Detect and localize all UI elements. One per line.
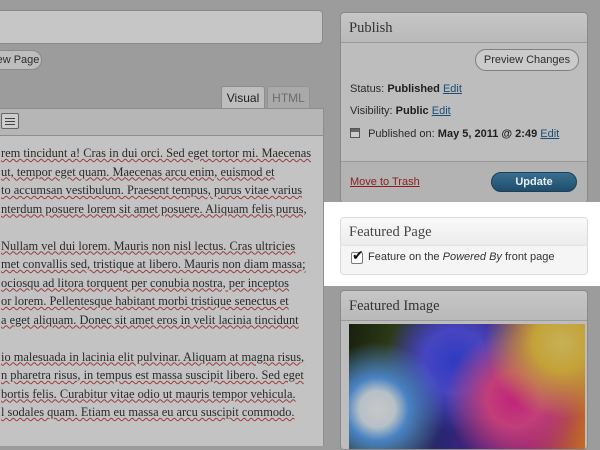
featured-image-box: Featured Image bbox=[340, 290, 588, 450]
publish-actions: Move to Trash Update bbox=[341, 161, 587, 203]
featured-image-title: Featured Image bbox=[341, 291, 587, 321]
view-page-button[interactable]: View Page bbox=[0, 50, 42, 70]
featured-page-title: Featured Page bbox=[341, 218, 587, 246]
status-row: Status: Published Edit bbox=[350, 83, 462, 95]
keyboard-icon[interactable] bbox=[1, 113, 19, 129]
editor-line: io malesuada in lacinia elit pulvinar. A… bbox=[1, 349, 305, 364]
visibility-row: Visibility: Public Edit bbox=[350, 105, 451, 117]
post-title-input[interactable] bbox=[0, 10, 323, 44]
label-prefix: Feature on the bbox=[368, 251, 443, 263]
editor-line: ociosqu ad litora torquent per conubia n… bbox=[1, 275, 289, 290]
featured-page-box: Featured Page Feature on the Powered By … bbox=[340, 217, 588, 275]
status-value: Published bbox=[387, 83, 440, 95]
visibility-edit-link[interactable]: Edit bbox=[432, 105, 451, 117]
editor-line: nterdum posuere lorem sit amet posuere. … bbox=[1, 201, 307, 216]
visibility-value: Public bbox=[395, 105, 429, 117]
editor-line: bortis felis. Curabitur vitae odio ut ma… bbox=[1, 386, 296, 401]
publish-box: Publish Preview Changes Status: Publishe… bbox=[340, 12, 588, 203]
editor-toolbar bbox=[0, 108, 324, 136]
visibility-label: Visibility: bbox=[350, 105, 393, 117]
featured-page-checkbox[interactable] bbox=[351, 248, 364, 264]
status-label: Status: bbox=[350, 83, 385, 95]
preview-changes-button[interactable]: Preview Changes bbox=[475, 49, 579, 71]
editor-content[interactable]: rem tincidunt a! Cras in dui orci. Sed e… bbox=[0, 136, 324, 446]
move-to-trash-link[interactable]: Move to Trash bbox=[350, 176, 420, 188]
editor-line: rem tincidunt a! Cras in dui orci. Sed e… bbox=[1, 146, 312, 160]
editor-line: Nullam vel dui lorem. Mauris non nisl le… bbox=[1, 238, 296, 253]
published-on-edit-link[interactable]: Edit bbox=[540, 128, 559, 140]
publish-title: Publish bbox=[341, 13, 587, 43]
editor-paragraph: io malesuada in lacinia elit pulvinar. A… bbox=[1, 348, 317, 422]
tab-html[interactable]: HTML bbox=[267, 86, 310, 108]
featured-page-label[interactable]: Feature on the Powered By front page bbox=[368, 251, 555, 263]
status-edit-link[interactable]: Edit bbox=[443, 83, 462, 95]
editor-line: l sodales quam. Etiam eu massa eu arcu s… bbox=[1, 405, 295, 419]
editor-line: met convallis sed, tristique at libero. … bbox=[1, 257, 306, 271]
editor-line: to accumsan vestibulum. Praesent tempus,… bbox=[1, 183, 303, 197]
tab-visual[interactable]: Visual bbox=[221, 86, 265, 108]
published-on-value: May 5, 2011 @ 2:49 bbox=[437, 128, 538, 140]
editor-paragraph: Nullam vel dui lorem. Mauris non nisl le… bbox=[1, 237, 317, 330]
label-suffix: front page bbox=[501, 251, 555, 263]
label-emphasis: Powered By bbox=[442, 251, 502, 263]
featured-image-thumbnail[interactable] bbox=[349, 324, 585, 449]
calendar-icon bbox=[350, 128, 360, 138]
editor-line: or lorem. Pellentesque habitant morbi tr… bbox=[1, 294, 289, 308]
update-button[interactable]: Update bbox=[491, 172, 577, 192]
editor-line: n pharetra risus, in tempus est massa su… bbox=[1, 368, 304, 382]
editor-paragraph: rem tincidunt a! Cras in dui orci. Sed e… bbox=[1, 144, 317, 218]
published-on-row: Published on: May 5, 2011 @ 2:49 Edit bbox=[350, 128, 559, 140]
editor-line: ut, tempor eget quam. Maecenas arcu enim… bbox=[1, 164, 275, 179]
editor-line: a eget aliquam. Donec sit amet eros in v… bbox=[1, 312, 299, 327]
published-on-label: Published on: bbox=[368, 128, 435, 140]
